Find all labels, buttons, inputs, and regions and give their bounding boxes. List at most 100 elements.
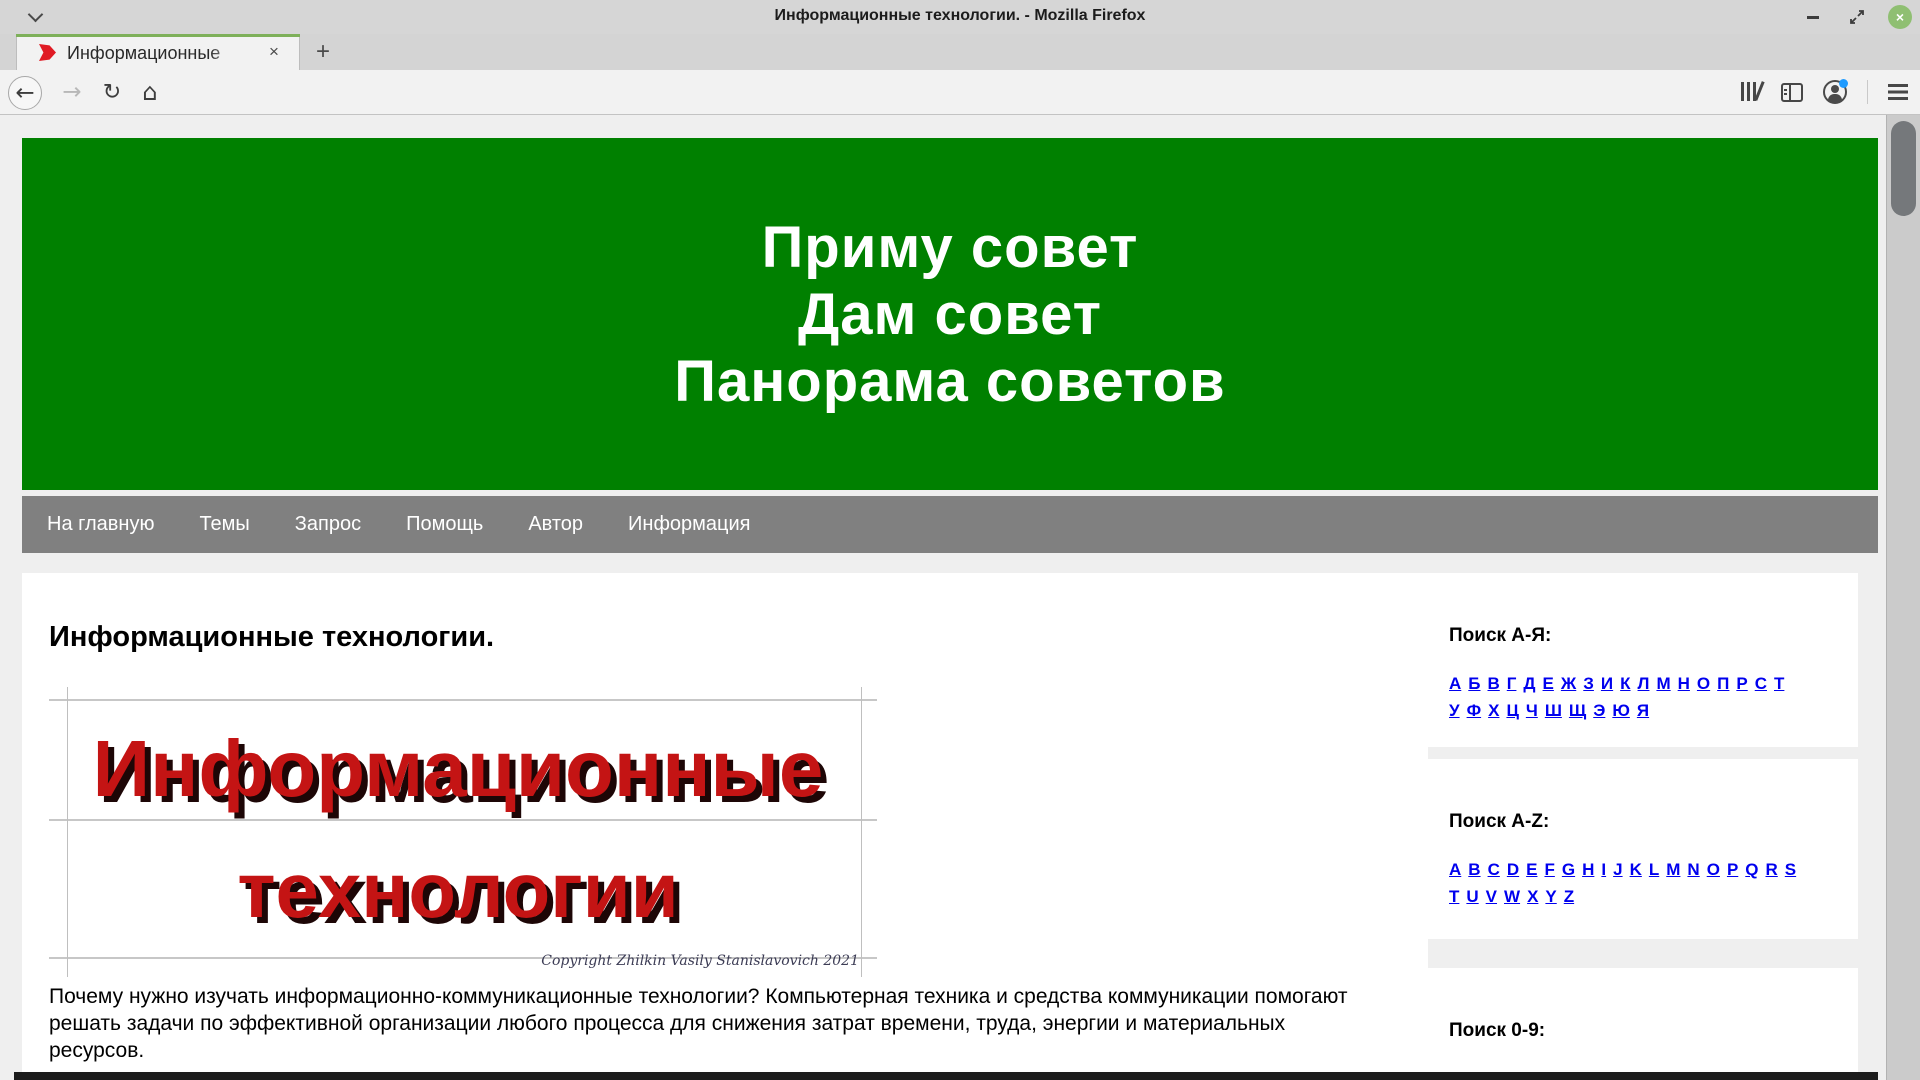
letter-link[interactable]: Ш	[1545, 701, 1562, 720]
tab-title: Информационные	[67, 43, 221, 63]
image-text-line-1: Информационные	[92, 724, 824, 813]
letter-row: ABCDEFGHIJKLMNOPQRS	[1449, 857, 1830, 884]
library-icon[interactable]	[1741, 82, 1761, 102]
scrollbar-thumb[interactable]	[1891, 121, 1916, 216]
bottom-edge-strip	[14, 1072, 1878, 1080]
back-button[interactable]: ←	[8, 76, 42, 110]
letter-link[interactable]: Ч	[1526, 701, 1538, 720]
letter-link[interactable]: З	[1583, 674, 1594, 693]
banner-line-2: Дам совет	[797, 281, 1103, 347]
letter-link[interactable]: П	[1717, 674, 1729, 693]
window-title: Информационные технологии. - Mozilla Fir…	[774, 7, 1146, 24]
letter-link[interactable]: О	[1697, 674, 1710, 693]
letter-link[interactable]: R	[1766, 860, 1778, 879]
letter-link[interactable]: F	[1544, 860, 1554, 879]
reload-button[interactable]: ↻	[96, 76, 128, 108]
letter-link[interactable]: Х	[1488, 701, 1499, 720]
article-image: Информационные технологии Copyright Zhil…	[49, 687, 877, 977]
new-tab-button[interactable]: +	[308, 38, 338, 68]
menu-link[interactable]: Помощь	[406, 513, 483, 536]
account-icon[interactable]	[1823, 79, 1848, 104]
letter-link[interactable]: V	[1486, 887, 1497, 906]
letter-link[interactable]: P	[1727, 860, 1738, 879]
article-paragraph: Почему нужно изучать информационно-комму…	[49, 985, 1348, 1062]
menu-link[interactable]: Запрос	[295, 513, 361, 536]
letter-link[interactable]: M	[1666, 860, 1680, 879]
menu-link[interactable]: Автор	[528, 513, 583, 536]
letter-link[interactable]: А	[1449, 674, 1461, 693]
menu-link[interactable]: Информация	[628, 513, 750, 536]
active-tab[interactable]: Информационные ×	[16, 34, 300, 70]
letter-link[interactable]: И	[1601, 674, 1613, 693]
letter-link[interactable]: C	[1488, 860, 1500, 879]
letter-link[interactable]: W	[1504, 887, 1520, 906]
letter-link[interactable]: S	[1785, 860, 1796, 879]
sidebar-toggle-icon[interactable]	[1781, 82, 1803, 102]
close-button[interactable]: ×	[1888, 5, 1912, 29]
letter-link[interactable]: E	[1526, 860, 1537, 879]
letter-link[interactable]: O	[1707, 860, 1720, 879]
search-box-heading: Поиск А-Я:	[1449, 625, 1552, 646]
site-banner: Приму совет Дам совет Панорама советов	[22, 138, 1878, 490]
divider	[1867, 80, 1868, 104]
menu-link[interactable]: На главную	[47, 513, 154, 536]
banner-line-3: Панорама советов	[674, 348, 1226, 414]
page-viewport: Приму совет Дам совет Панорама советов Н…	[0, 115, 1920, 1080]
article-panel: Информационные технологии. Информационны…	[22, 573, 1428, 1080]
letter-link[interactable]: A	[1449, 860, 1461, 879]
letter-link[interactable]: Д	[1523, 674, 1535, 693]
letter-link[interactable]: Ж	[1561, 674, 1576, 693]
letter-link[interactable]: Б	[1468, 674, 1480, 693]
letter-link[interactable]: Г	[1507, 674, 1517, 693]
letter-link[interactable]: Q	[1745, 860, 1758, 879]
letter-link[interactable]: U	[1466, 887, 1478, 906]
letter-link[interactable]: T	[1449, 887, 1459, 906]
restore-icon	[1850, 10, 1864, 24]
letter-link[interactable]: D	[1507, 860, 1519, 879]
search-box-digits: Поиск 0-9: 0123456789	[1421, 968, 1858, 1080]
letter-link[interactable]: X	[1527, 887, 1538, 906]
tab-close-button[interactable]: ×	[263, 41, 285, 63]
site-menu: На главную Темы Запрос Помощь Автор Информаци…	[22, 496, 1878, 553]
letter-link[interactable]: Е	[1543, 674, 1554, 693]
letter-link[interactable]: М	[1656, 674, 1670, 693]
page-scrollbar[interactable]	[1886, 115, 1920, 1080]
letter-link[interactable]: Щ	[1569, 701, 1586, 720]
letter-link[interactable]: В	[1488, 674, 1500, 693]
letter-link[interactable]: K	[1630, 860, 1642, 879]
image-copyright: Copyright Zhilkin Vasily Stanislavovich …	[541, 953, 859, 969]
letter-link[interactable]: Ю	[1612, 701, 1630, 720]
letter-link[interactable]: I	[1601, 860, 1606, 879]
site-favicon-icon	[39, 44, 56, 61]
minimize-button[interactable]	[1800, 4, 1826, 30]
letter-link[interactable]: У	[1449, 701, 1460, 720]
letter-link[interactable]: Р	[1736, 674, 1747, 693]
letter-link[interactable]: Н	[1678, 674, 1690, 693]
restore-button[interactable]	[1844, 4, 1870, 30]
letter-link[interactable]: Л	[1638, 674, 1650, 693]
letter-link[interactable]: N	[1687, 860, 1699, 879]
letter-link[interactable]: J	[1613, 860, 1622, 879]
letter-link[interactable]: С	[1755, 674, 1767, 693]
image-text-line-2: технологии	[237, 846, 679, 934]
menu-hamburger-icon[interactable]	[1888, 84, 1908, 100]
toolbar-right-icons	[1741, 76, 1908, 108]
letter-link[interactable]: L	[1649, 860, 1659, 879]
home-button[interactable]: ⌂	[134, 76, 166, 108]
menu-link[interactable]: Темы	[199, 513, 249, 536]
letter-link[interactable]: Z	[1564, 887, 1574, 906]
letter-link[interactable]: B	[1468, 860, 1480, 879]
forward-button[interactable]: →	[56, 76, 88, 108]
letter-link[interactable]: Ц	[1506, 701, 1518, 720]
letter-link[interactable]: H	[1582, 860, 1594, 879]
search-box-latin: Поиск A-Z: ABCDEFGHIJKLMNOPQRS TUVWXYZ	[1421, 759, 1858, 939]
letter-link[interactable]: Y	[1545, 887, 1556, 906]
letter-row: УФХЦЧШЩЭЮЯ	[1449, 698, 1830, 725]
letter-link[interactable]: Э	[1593, 701, 1605, 720]
letter-link[interactable]: К	[1620, 674, 1630, 693]
letter-link[interactable]: G	[1562, 860, 1575, 879]
letter-link[interactable]: Ф	[1467, 701, 1482, 720]
tab-bar: Информационные × +	[0, 34, 1920, 70]
letter-link[interactable]: Я	[1637, 701, 1649, 720]
letter-link[interactable]: Т	[1774, 674, 1784, 693]
